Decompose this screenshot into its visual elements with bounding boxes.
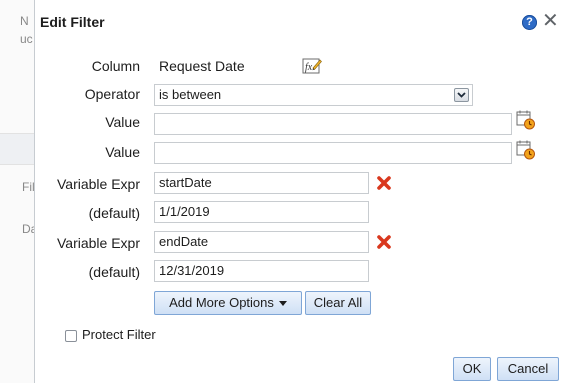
edit-column-formula-icon[interactable]: fx <box>302 57 322 75</box>
column-label: Column <box>91 58 140 74</box>
operator-label: Operator <box>84 86 140 102</box>
variable-expr-start-input[interactable]: startDate <box>154 172 369 194</box>
caret-down-icon <box>278 301 287 307</box>
cancel-button[interactable]: Cancel <box>497 357 559 381</box>
protect-filter-label: Protect Filter <box>82 327 156 342</box>
variable-expr-label: Variable Expr <box>56 176 140 192</box>
close-icon[interactable]: ✕ <box>542 10 559 32</box>
clear-all-button[interactable]: Clear All <box>305 291 371 315</box>
calendar-clock-icon[interactable] <box>516 140 536 160</box>
add-more-options-label: Add More Options <box>169 295 274 310</box>
operator-selected-value: is between <box>159 87 222 102</box>
value-label: Value <box>105 114 140 130</box>
delete-x-icon[interactable] <box>376 175 392 191</box>
protect-filter-checkbox[interactable] <box>65 330 77 342</box>
chevron-down-icon[interactable] <box>454 88 469 102</box>
variable-expr-end-input[interactable]: endDate <box>154 231 369 253</box>
delete-x-icon[interactable] <box>376 234 392 250</box>
edit-filter-dialog: Edit Filter ? ✕ Column Request Date fx O… <box>34 0 570 383</box>
svg-text:fx: fx <box>305 62 313 73</box>
help-icon[interactable]: ? <box>522 15 537 30</box>
default-end-input[interactable]: 12/31/2019 <box>154 260 369 282</box>
default-start-input[interactable]: 1/1/2019 <box>154 201 369 223</box>
dialog-title: Edit Filter <box>40 14 105 30</box>
ok-button[interactable]: OK <box>453 357 491 381</box>
value-label: Value <box>105 144 140 160</box>
calendar-clock-icon[interactable] <box>516 110 536 130</box>
default-label: (default) <box>88 264 140 280</box>
add-more-options-button[interactable]: Add More Options <box>154 291 302 315</box>
value-end-input[interactable] <box>154 142 512 164</box>
column-value: Request Date <box>159 58 245 74</box>
variable-expr-label: Variable Expr <box>56 235 140 251</box>
default-label: (default) <box>88 205 140 221</box>
operator-select[interactable]: is between <box>154 84 473 106</box>
background-panel <box>0 133 36 165</box>
value-start-input[interactable] <box>154 113 512 135</box>
